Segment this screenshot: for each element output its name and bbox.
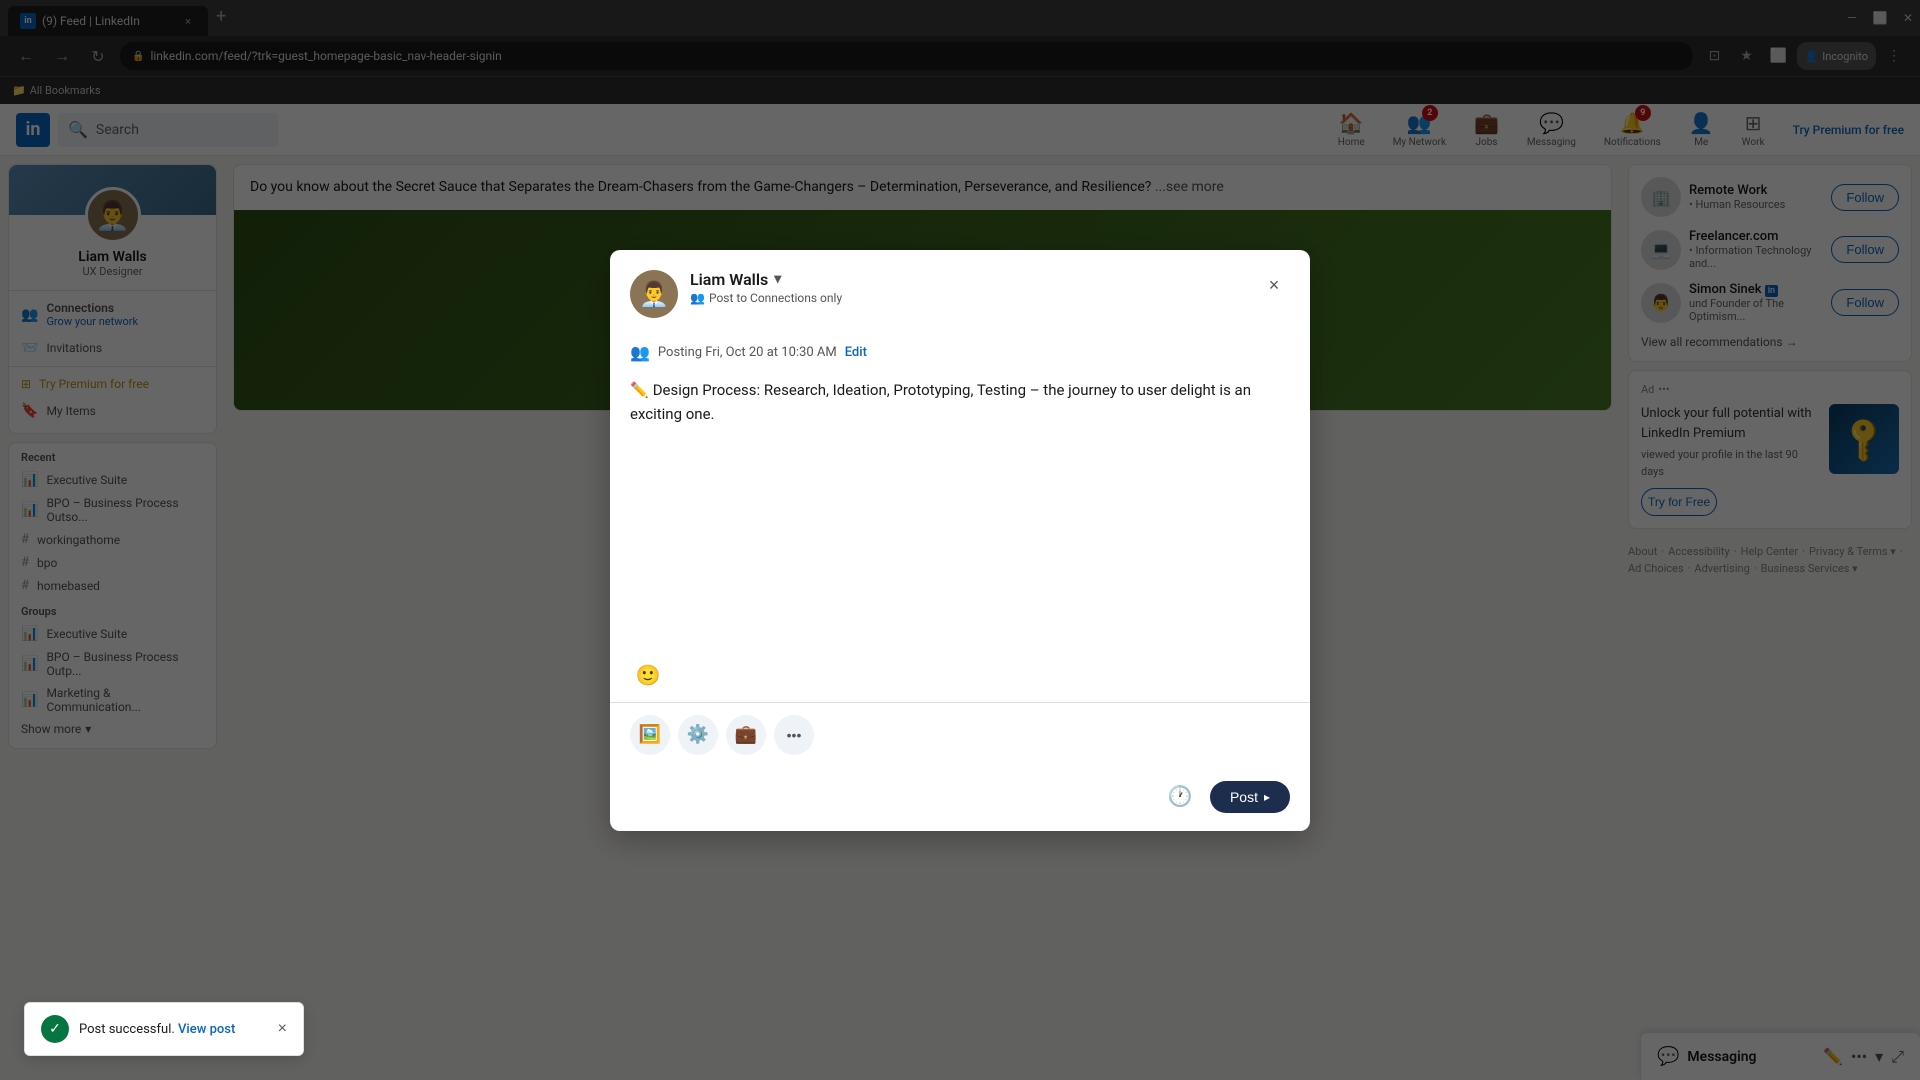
post-modal: 👨‍💼 Liam Walls ▾ 👥 Post to Connections o… bbox=[610, 250, 1310, 831]
dropdown-icon[interactable]: ▾ bbox=[774, 271, 781, 287]
modal-schedule-bar: 👥 Posting Fri, Oct 20 at 10:30 AM Edit bbox=[610, 335, 1310, 370]
modal-overlay[interactable]: 👨‍💼 Liam Walls ▾ 👥 Post to Connections o… bbox=[0, 0, 1920, 1080]
modal-content-text[interactable]: ✏️Design Process: Research, Ideation, Pr… bbox=[630, 378, 1290, 426]
modal-toolbar: 🖼️ ⚙️ 💼 ••• bbox=[610, 702, 1310, 771]
add-media-button[interactable]: 🖼️ bbox=[630, 715, 670, 755]
modal-user-info: Liam Walls ▾ 👥 Post to Connections only bbox=[690, 270, 1258, 305]
modal-name-text: Liam Walls bbox=[690, 270, 768, 289]
toast-message: Post successful. bbox=[79, 1022, 175, 1037]
schedule-text: Posting Fri, Oct 20 at 10:30 AM bbox=[658, 345, 837, 360]
schedule-clock-button[interactable]: 🕐 bbox=[1162, 779, 1198, 815]
toast-success-icon: ✓ bbox=[41, 1015, 69, 1043]
submit-label: Post bbox=[1230, 789, 1258, 805]
toast-close-button[interactable]: × bbox=[278, 1020, 287, 1038]
modal-emoji-bar: 🙂 bbox=[610, 650, 1310, 702]
modal-footer: 🕐 Post ▸ bbox=[610, 771, 1310, 831]
add-document-button[interactable]: ⚙️ bbox=[678, 715, 718, 755]
emoji-picker-button[interactable]: 🙂 bbox=[630, 658, 666, 694]
modal-user-sub: 👥 Post to Connections only bbox=[690, 291, 1258, 305]
submit-arrow-icon: ▸ bbox=[1264, 790, 1270, 804]
connections-audience-icon: 👥 bbox=[690, 291, 705, 305]
schedule-people-icon: 👥 bbox=[630, 343, 650, 362]
modal-header: 👨‍💼 Liam Walls ▾ 👥 Post to Connections o… bbox=[610, 250, 1310, 335]
toast-view-post-link[interactable]: View post bbox=[178, 1022, 235, 1037]
post-submit-button[interactable]: Post ▸ bbox=[1210, 781, 1290, 813]
modal-sub-text: Post to Connections only bbox=[709, 291, 842, 305]
modal-body[interactable]: ✏️Design Process: Research, Ideation, Pr… bbox=[610, 370, 1310, 650]
edit-schedule-link[interactable]: Edit bbox=[845, 345, 867, 360]
toast-notification: ✓ Post successful. View post × bbox=[24, 1002, 304, 1056]
toast-text: Post successful. View post bbox=[79, 1022, 268, 1037]
modal-post-text: Design Process: Research, Ideation, Prot… bbox=[630, 381, 1251, 423]
modal-avatar: 👨‍💼 bbox=[630, 270, 678, 318]
modal-close-button[interactable]: × bbox=[1258, 270, 1290, 302]
more-options-button[interactable]: ••• bbox=[774, 715, 814, 755]
create-event-button[interactable]: 💼 bbox=[726, 715, 766, 755]
modal-user-name: Liam Walls ▾ bbox=[690, 270, 1258, 289]
pencil-emoji: ✏️ bbox=[630, 381, 649, 399]
